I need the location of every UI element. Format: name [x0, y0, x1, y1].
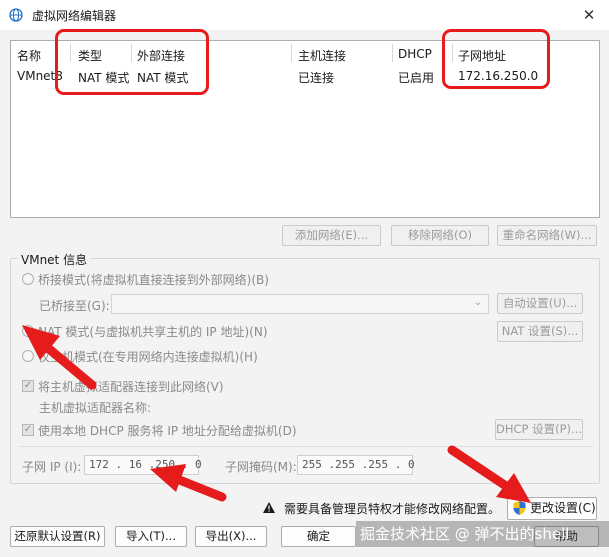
- arrow-to-nat-radio: [22, 325, 97, 390]
- arrow-to-subnet-ip: [150, 464, 227, 502]
- annotation-arrows: [22, 325, 531, 503]
- arrow-to-change-settings: [447, 445, 531, 503]
